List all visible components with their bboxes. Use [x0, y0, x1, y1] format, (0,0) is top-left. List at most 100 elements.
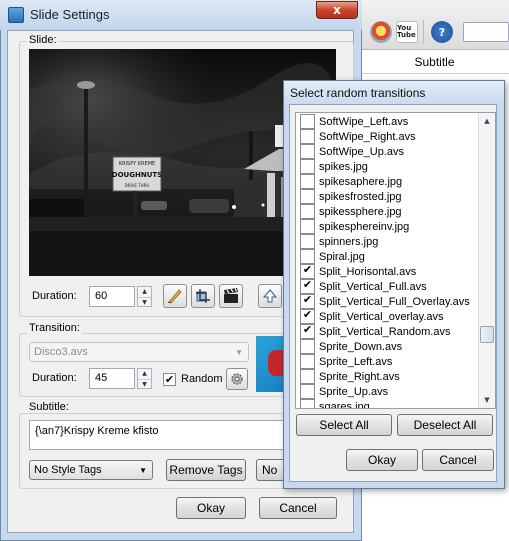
- transition-list-item[interactable]: Spiral.jpg: [300, 249, 365, 264]
- stepper-up-icon[interactable]: ▲: [138, 369, 151, 380]
- deselect-all-button[interactable]: Deselect All: [397, 414, 493, 436]
- transition-list-item[interactable]: spikesfrosted.jpg: [300, 189, 402, 204]
- sign-bottom-text: DRIVE THRU: [125, 183, 150, 188]
- remove-tags-button[interactable]: Remove Tags: [166, 459, 246, 481]
- transition-list-item[interactable]: spikessphere.jpg: [300, 204, 402, 219]
- checkmark-icon: ✔: [302, 324, 313, 336]
- slide-group-label: Slide:: [27, 34, 59, 46]
- random-label: Random: [181, 373, 223, 385]
- transition-item-checkbox[interactable]: [300, 249, 315, 264]
- transition-list-item[interactable]: ✔ Split_Horisontal.avs: [300, 264, 416, 279]
- random-settings-button[interactable]: [226, 368, 248, 390]
- transition-list-item[interactable]: Sprite_Down.avs: [300, 339, 402, 354]
- help-icon[interactable]: ?: [431, 21, 453, 43]
- transition-list-item[interactable]: spinners.jpg: [300, 234, 378, 249]
- transition-list-item[interactable]: Sprite_Left.avs: [300, 354, 392, 369]
- transition-item-label: spikesphereinv.jpg: [319, 220, 410, 233]
- transition-item-label: spikesaphere.jpg: [319, 175, 403, 188]
- transition-duration-input[interactable]: 45: [89, 368, 135, 389]
- transition-item-checkbox[interactable]: [300, 369, 315, 384]
- clapper-button[interactable]: [219, 284, 243, 308]
- transition-select[interactable]: Disco3.avs ▼: [29, 342, 249, 362]
- transition-item-checkbox[interactable]: ✔: [300, 309, 315, 324]
- checkmark-icon: ✔: [164, 373, 175, 386]
- slide-duration-input[interactable]: 60: [89, 286, 135, 307]
- transition-list-item[interactable]: Sprite_Up.avs: [300, 384, 388, 399]
- edit-brush-button[interactable]: [163, 284, 187, 308]
- close-button[interactable]: x: [316, 1, 358, 19]
- transition-list-item[interactable]: spikesphereinv.jpg: [300, 219, 409, 234]
- transition-item-checkbox[interactable]: [300, 339, 315, 354]
- transition-item-checkbox[interactable]: [300, 114, 315, 129]
- transition-item-label: Sprite_Up.avs: [319, 385, 389, 398]
- stepper-down-icon[interactable]: ▼: [138, 298, 151, 308]
- ok-button[interactable]: Okay: [176, 497, 246, 519]
- background-search-field[interactable]: [463, 22, 509, 42]
- transition-list-item[interactable]: ✔ Split_Vertical_Full.avs: [300, 279, 427, 294]
- gear-icon: [231, 373, 243, 385]
- scroll-down-icon[interactable]: ▼: [479, 392, 495, 408]
- stepper-up-icon[interactable]: ▲: [138, 287, 151, 298]
- transition-item-checkbox[interactable]: [300, 204, 315, 219]
- transition-item-checkbox[interactable]: [300, 129, 315, 144]
- transition-list-item[interactable]: SoftWipe_Left.avs: [300, 114, 408, 129]
- transition-item-checkbox[interactable]: [300, 384, 315, 399]
- checkmark-icon: ✔: [302, 264, 313, 276]
- transition-list-item[interactable]: Sprite_Right.avs: [300, 369, 400, 384]
- transition-list-item[interactable]: SoftWipe_Up.avs: [300, 144, 404, 159]
- youtube-icon[interactable]: You Tube: [396, 21, 418, 43]
- transitions-list-scrollbar[interactable]: ▲ ▼: [478, 113, 495, 408]
- transition-duration-stepper[interactable]: ▲ ▼: [137, 368, 152, 389]
- popup-ok-button[interactable]: Okay: [346, 449, 418, 471]
- transition-list-item[interactable]: spikesaphere.jpg: [300, 174, 402, 189]
- transition-item-label: SoftWipe_Right.avs: [319, 130, 416, 143]
- arrow-up-icon: [262, 289, 278, 303]
- transition-item-checkbox[interactable]: [300, 174, 315, 189]
- transition-item-label: spikesfrosted.jpg: [319, 190, 402, 203]
- transition-item-checkbox[interactable]: ✔: [300, 324, 315, 339]
- cancel-button[interactable]: Cancel: [259, 497, 337, 519]
- random-checkbox[interactable]: ✔: [163, 373, 176, 386]
- select-all-button[interactable]: Select All: [296, 414, 392, 436]
- slide-duration-stepper[interactable]: ▲ ▼: [137, 286, 152, 307]
- transition-item-checkbox[interactable]: [300, 219, 315, 234]
- subtitle-text-input[interactable]: {\an7}Krispy Kreme kfisto: [29, 420, 285, 450]
- transition-item-checkbox[interactable]: [300, 234, 315, 249]
- crop-tool-button[interactable]: [191, 284, 215, 308]
- window-title: Slide Settings: [30, 7, 110, 22]
- transition-item-label: Split_Vertical_Full.avs: [319, 280, 427, 293]
- transition-item-label: Spiral.jpg: [319, 250, 365, 263]
- transition-item-checkbox[interactable]: [300, 144, 315, 159]
- transition-item-checkbox[interactable]: ✔: [300, 279, 315, 294]
- transition-item-label: Split_Vertical_overlay.avs: [319, 310, 444, 323]
- clapperboard-icon: [224, 288, 238, 303]
- sign-main-text: DOUGHNUTS: [112, 171, 162, 179]
- transition-item-checkbox[interactable]: ✔: [300, 294, 315, 309]
- transition-list-item[interactable]: ✔ Split_Vertical_Random.avs: [300, 324, 450, 339]
- transition-item-checkbox[interactable]: ✔: [300, 264, 315, 279]
- transition-item-checkbox[interactable]: [300, 159, 315, 174]
- transition-item-label: Split_Vertical_Random.avs: [319, 325, 451, 338]
- move-up-button[interactable]: [258, 284, 282, 308]
- transition-item-checkbox[interactable]: [300, 354, 315, 369]
- partial-hidden-button[interactable]: No D: [256, 459, 286, 481]
- scrollbar-thumb[interactable]: [480, 326, 494, 343]
- transition-item-checkbox[interactable]: [300, 189, 315, 204]
- transition-item-checkbox[interactable]: [300, 399, 315, 408]
- scroll-up-icon[interactable]: ▲: [479, 113, 495, 129]
- transition-list-item[interactable]: sqares.jpg: [300, 399, 370, 408]
- transition-list-item[interactable]: ✔ Split_Vertical_overlay.avs: [300, 309, 444, 324]
- transition-list-item[interactable]: spikes.jpg: [300, 159, 368, 174]
- transition-item-label: spikessphere.jpg: [319, 205, 402, 218]
- subtitle-group-label: Subtitle:: [27, 401, 71, 413]
- style-tags-select[interactable]: No Style Tags ▼: [29, 460, 153, 480]
- record-icon[interactable]: [370, 21, 392, 43]
- transition-preview-thumbnail: [256, 336, 284, 392]
- transition-list-item[interactable]: SoftWipe_Right.avs: [300, 129, 416, 144]
- transition-list-item[interactable]: ✔ Split_Vertical_Full_Overlay.avs: [300, 294, 470, 309]
- transitions-list[interactable]: SoftWipe_Left.avs SoftWipe_Right.avs SoftW…: [295, 112, 496, 409]
- stepper-down-icon[interactable]: ▼: [138, 380, 151, 390]
- subtitle-column-header[interactable]: Subtitle: [360, 50, 509, 74]
- crop-icon: [196, 289, 210, 303]
- popup-cancel-button[interactable]: Cancel: [422, 449, 494, 471]
